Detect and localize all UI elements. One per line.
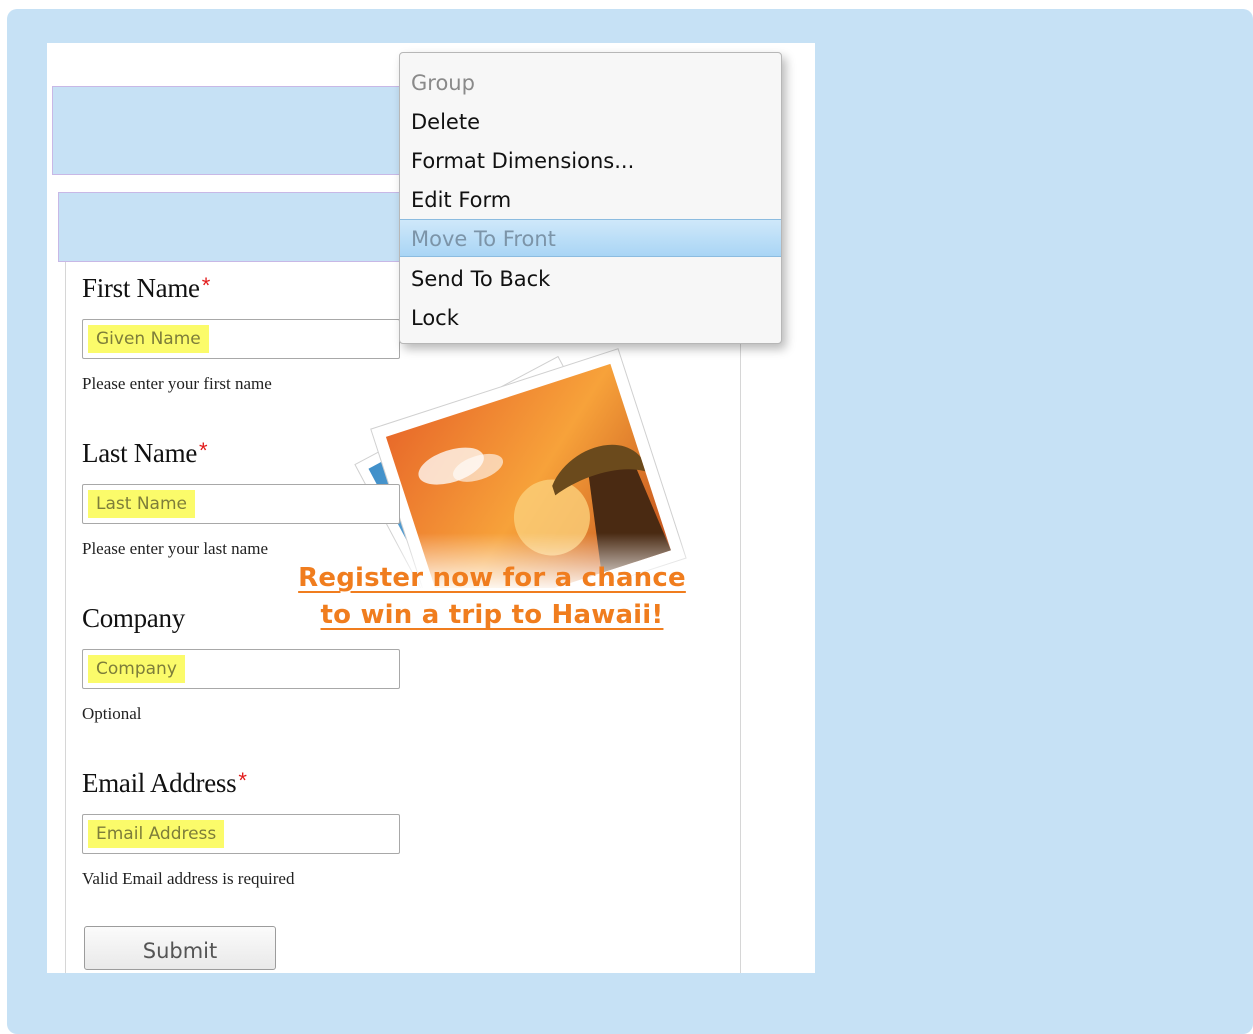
first-name-label: First Name* (82, 273, 210, 304)
company-placeholder: Company (88, 655, 185, 683)
context-menu: Group Delete Format Dimensions... Edit F… (399, 52, 782, 344)
first-name-input[interactable]: Given Name (82, 319, 400, 359)
promo-headline-line1[interactable]: Register now for a chance (287, 563, 697, 593)
email-label-text: Email Address (82, 768, 237, 798)
menu-item-delete[interactable]: Delete (400, 103, 781, 141)
menu-item-move-to-front[interactable]: Move To Front (400, 219, 781, 257)
last-name-help: Please enter your last name (82, 539, 268, 558)
email-input[interactable]: Email Address (82, 814, 400, 854)
first-name-label-text: First Name (82, 273, 200, 303)
email-placeholder: Email Address (88, 820, 225, 848)
email-label: Email Address* (82, 768, 247, 799)
last-name-label: Last Name* (82, 438, 208, 469)
first-name-placeholder: Given Name (88, 325, 209, 353)
required-mark: * (201, 273, 211, 298)
last-name-placeholder: Last Name (88, 490, 195, 518)
required-mark: * (238, 768, 247, 793)
company-help: Optional (82, 704, 142, 723)
last-name-input[interactable]: Last Name (82, 484, 400, 524)
company-input[interactable]: Company (82, 649, 400, 689)
menu-item-lock[interactable]: Lock (400, 299, 781, 337)
company-label: Company (82, 603, 187, 634)
promo-headline-line2[interactable]: to win a trip to Hawaii! (287, 600, 697, 630)
menu-item-group[interactable]: Group (400, 64, 781, 102)
submit-button[interactable]: Submit (84, 926, 276, 970)
selected-placeholder-block[interactable] (52, 86, 412, 175)
required-mark: * (199, 438, 208, 463)
last-name-label-text: Last Name (82, 438, 198, 468)
menu-item-edit-form[interactable]: Edit Form (400, 181, 781, 219)
company-label-text: Company (82, 603, 185, 633)
first-name-help: Please enter your first name (82, 374, 272, 393)
menu-item-format-dimensions[interactable]: Format Dimensions... (400, 142, 781, 180)
email-help: Valid Email address is required (82, 869, 295, 888)
selected-placeholder-block-2[interactable] (58, 192, 410, 262)
menu-item-send-to-back[interactable]: Send To Back (400, 260, 781, 298)
